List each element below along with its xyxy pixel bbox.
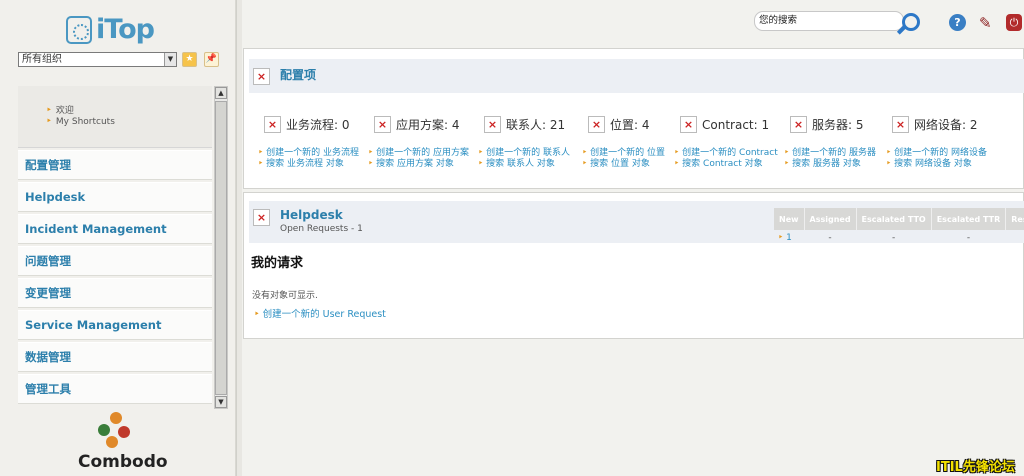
no-objects-message: 没有对象可显示. [252, 291, 318, 301]
top-bar: 您的搜索 ? ✎ ⏻ [242, 0, 1024, 42]
search-link[interactable]: 搜索 服务器 对象 [784, 159, 876, 170]
table-header[interactable]: Resolve [1005, 208, 1024, 230]
broken-image-icon: × [892, 116, 909, 133]
broken-image-icon: × [253, 68, 270, 85]
scroll-down-arrow-icon[interactable]: ▼ [215, 396, 227, 408]
watermark-text: ITIL先锋论坛 [936, 460, 1015, 475]
stat-links-network-device: 创建一个新的 网络设备搜索 网络设备 对象 [886, 148, 987, 170]
menu-scrollbar[interactable]: ▲ ▼ [214, 86, 228, 409]
stat-links-location: 创建一个新的 位置搜索 位置 对象 [582, 148, 665, 170]
menu-item-data-management[interactable]: 数据管理 [18, 342, 212, 372]
config-items-title: 配置项 [280, 68, 317, 82]
table-row: 1 - - - - [774, 230, 1024, 246]
broken-image-icon: × [588, 116, 605, 133]
create-user-request-link[interactable]: 创建一个新的 User Request [254, 306, 386, 320]
search-link[interactable]: 搜索 联系人 对象 [478, 159, 570, 170]
search-link[interactable]: 搜索 位置 对象 [582, 159, 665, 170]
broken-image-icon: × [680, 116, 697, 133]
itop-logo[interactable]: iTop [66, 14, 155, 45]
my-requests-heading: 我的请求 [251, 256, 304, 271]
search-link[interactable]: 搜索 业务流程 对象 [258, 159, 359, 170]
table-cell-link[interactable]: 1 [774, 230, 804, 246]
chevron-down-icon[interactable]: ▼ [164, 53, 176, 66]
broken-image-icon: × [264, 116, 281, 133]
combodo-logo: Combodo [78, 410, 168, 474]
create-link[interactable]: 创建一个新的 联系人 [478, 148, 570, 159]
request-status-table: New Assigned Escalated TTO Escalated TTR… [774, 208, 1024, 246]
menu-item-service-management[interactable]: Service Management [18, 310, 212, 340]
shortcut-welcome[interactable]: 欢迎 [46, 103, 74, 116]
table-header[interactable]: Assigned [804, 208, 857, 230]
create-link[interactable]: 创建一个新的 Contract [674, 148, 778, 159]
search-link[interactable]: 搜索 Contract 对象 [674, 159, 778, 170]
table-cell: - [828, 233, 832, 243]
create-link[interactable]: 创建一个新的 业务流程 [258, 148, 359, 159]
scrollbar-thumb[interactable] [215, 101, 227, 395]
itop-logo-icon [66, 15, 92, 44]
create-link[interactable]: 创建一个新的 应用方案 [368, 148, 469, 159]
help-icon[interactable]: ? [949, 14, 966, 31]
broken-image-icon: × [484, 116, 501, 133]
create-link[interactable]: 创建一个新的 网络设备 [886, 148, 987, 159]
menu-item-problem-management[interactable]: 问题管理 [18, 246, 212, 276]
helpdesk-dashlet: × Helpdesk Open Requests - 1 New Assigne… [243, 192, 1024, 339]
menu-item-admin-tools[interactable]: 管理工具 [18, 374, 212, 404]
shortcut-my-shortcuts[interactable]: My Shortcuts [46, 116, 115, 127]
search-link[interactable]: 搜索 网络设备 对象 [886, 159, 987, 170]
broken-image-icon: × [253, 209, 270, 226]
table-cell: - [1006, 230, 1024, 246]
menu-accordion: 欢迎 My Shortcuts 配置管理 Helpdesk Incident M… [16, 84, 230, 410]
menu-item-incident-management[interactable]: Incident Management [18, 214, 212, 244]
pane-splitter[interactable] [236, 0, 242, 476]
stat-contract[interactable]: × Contract: 1 [680, 116, 769, 138]
stat-business-process[interactable]: × 业务流程: 0 [264, 116, 350, 138]
global-search-input[interactable]: 您的搜索 [754, 11, 904, 31]
organization-select[interactable]: 所有组织 ▼ [18, 52, 177, 67]
stat-links-contract: 创建一个新的 Contract搜索 Contract 对象 [674, 148, 778, 170]
stat-links-business-process: 创建一个新的 业务流程搜索 业务流程 对象 [258, 148, 359, 170]
logoff-icon[interactable]: ⏻ [1006, 14, 1022, 31]
left-pane: iTop 所有组织 ▼ ★ 📌 欢迎 My Shortcuts 配置管理 Hel… [0, 0, 236, 476]
table-header[interactable]: Escalated TTR [931, 208, 1007, 230]
config-items-header: × 配置项 [249, 59, 1024, 93]
itop-logo-text: iTop [96, 14, 155, 45]
scroll-up-arrow-icon[interactable]: ▲ [215, 87, 227, 99]
menu-item-helpdesk[interactable]: Helpdesk [18, 182, 212, 212]
create-link[interactable]: 创建一个新的 服务器 [784, 148, 876, 159]
stat-application-solution[interactable]: × 应用方案: 4 [374, 116, 460, 138]
create-link[interactable]: 创建一个新的 位置 [582, 148, 665, 159]
favorite-org-button[interactable]: ★ [182, 52, 197, 67]
stat-location[interactable]: × 位置: 4 [588, 116, 650, 138]
broken-image-icon: × [374, 116, 391, 133]
helpdesk-title: Helpdesk [280, 208, 343, 222]
stat-network-device[interactable]: × 网络设备: 2 [892, 116, 978, 138]
table-header[interactable]: Escalated TTO [856, 208, 932, 230]
config-items-dashlet: × 配置项 × 业务流程: 0 × 应用方案: 4 × 联系人: 21 × 位置: 4 … [243, 48, 1024, 189]
tools-icon[interactable]: ✎ [979, 14, 997, 32]
combodo-figures-icon [96, 412, 136, 450]
organization-select-value: 所有组织 [22, 54, 62, 65]
open-requests-count: Open Requests - 1 [280, 224, 363, 234]
stat-links-contact: 创建一个新的 联系人搜索 联系人 对象 [478, 148, 570, 170]
shortcuts-panel: 欢迎 My Shortcuts [18, 86, 212, 148]
search-link[interactable]: 搜索 应用方案 对象 [368, 159, 469, 170]
stat-links-application-solution: 创建一个新的 应用方案搜索 应用方案 对象 [368, 148, 469, 170]
combodo-logo-text: Combodo [78, 452, 168, 472]
stat-server[interactable]: × 服务器: 5 [790, 116, 864, 138]
table-cell: - [892, 233, 896, 243]
pin-icon[interactable]: 📌 [204, 52, 219, 67]
table-cell: - [966, 233, 971, 243]
table-header[interactable]: New [774, 208, 805, 230]
search-icon[interactable] [902, 13, 920, 31]
broken-image-icon: × [790, 116, 807, 133]
menu-item-config-management[interactable]: 配置管理 [18, 150, 212, 180]
stat-contact[interactable]: × 联系人: 21 [484, 116, 565, 138]
menu-item-change-management[interactable]: 变更管理 [18, 278, 212, 308]
stat-links-server: 创建一个新的 服务器搜索 服务器 对象 [784, 148, 876, 170]
